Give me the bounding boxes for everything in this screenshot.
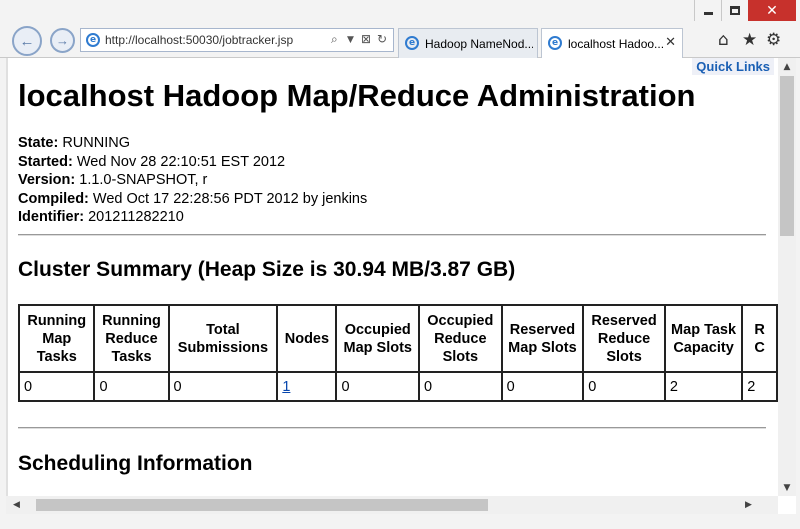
close-window-button[interactable]: ✕ <box>748 0 796 21</box>
info-value: RUNNING <box>62 135 130 151</box>
info-value: Wed Oct 17 22:28:56 PDT 2012 by jenkins <box>92 190 368 207</box>
table-cell: 0 <box>335 371 421 402</box>
minimize-icon <box>703 12 713 15</box>
column-header: Reserved Reduce Slots <box>582 304 666 373</box>
back-arrow-icon: ← <box>19 32 35 50</box>
cluster-summary-heading: Cluster Summary (Heap Size is 30.94 MB/3… <box>18 258 516 281</box>
column-header: Total Submissions <box>167 304 279 373</box>
window-frame-right <box>796 58 800 514</box>
scroll-down-icon[interactable]: ▼ <box>778 479 796 496</box>
table-header-row: Running Map Tasks Running Reduce Tasks T… <box>17 304 778 373</box>
forward-button[interactable]: → <box>50 28 75 53</box>
ie-tab-icon: e <box>405 36 419 50</box>
table-cell: 1 <box>276 371 338 402</box>
info-started: Started: Wed Nov 28 22:10:51 EST 2012 <box>18 153 367 172</box>
table-cell: 0 <box>500 371 585 402</box>
column-header: Running Map Tasks <box>17 304 96 373</box>
column-header: Reserved Map Slots <box>500 304 585 373</box>
minimize-button[interactable] <box>694 0 721 21</box>
table-row: 0 0 0 1 0 0 0 0 2 2 <box>17 371 778 402</box>
address-bar[interactable]: e http://localhost:50030/jobtracker.jsp … <box>80 28 394 52</box>
page-viewport: Quick Links localhost Hadoop Map/Reduce … <box>6 58 778 496</box>
table-cell: 0 <box>167 371 279 402</box>
column-header: Map Task Capacity <box>663 304 744 373</box>
scheduling-information-heading: Scheduling Information <box>18 452 253 475</box>
info-label: Version: <box>18 172 76 188</box>
vertical-scroll-thumb[interactable] <box>780 76 794 236</box>
horizontal-scroll-thumb[interactable] <box>36 499 488 511</box>
maximize-button[interactable] <box>721 0 748 21</box>
window-frame-bottom <box>0 514 800 529</box>
compatibility-view-icon[interactable]: ⊠ <box>361 32 371 46</box>
star-icon[interactable]: ★ <box>742 30 757 50</box>
info-value: Wed Nov 28 22:10:51 EST 2012 <box>76 153 286 170</box>
tab-close-icon[interactable]: ✕ <box>665 35 676 50</box>
jobtracker-info: State: RUNNING Started: Wed Nov 28 22:10… <box>18 134 367 227</box>
column-header: Occupied Map Slots <box>335 304 421 373</box>
divider <box>18 234 766 236</box>
scroll-right-icon[interactable]: ▶ <box>740 496 757 514</box>
info-identifier: Identifier: 201211282210 <box>18 208 367 227</box>
info-version: Version: 1.1.0-SNAPSHOT, r <box>18 171 367 190</box>
vertical-scrollbar[interactable]: ▲ ▼ <box>778 58 796 496</box>
info-value: 201211282210 <box>88 209 184 225</box>
table-cell: 0 <box>418 371 503 402</box>
info-label: State: <box>18 135 59 151</box>
gear-icon[interactable]: ⚙ <box>766 30 781 50</box>
column-header: Running Reduce Tasks <box>93 304 170 373</box>
browser-toolbar: ← → e http://localhost:50030/jobtracker.… <box>0 24 800 58</box>
page-title: localhost Hadoop Map/Reduce Administrati… <box>18 78 696 113</box>
tab-title: Hadoop NameNod... <box>425 37 533 51</box>
quick-links-link[interactable]: Quick Links <box>692 58 774 75</box>
info-value: 1.1.0-SNAPSHOT, r <box>79 172 208 188</box>
horizontal-scrollbar[interactable]: ◀ ▶ <box>6 496 778 514</box>
table-cell: 2 <box>741 371 778 402</box>
dropdown-icon[interactable]: ▼ <box>347 35 354 45</box>
close-icon: ✕ <box>766 2 778 19</box>
forward-arrow-icon: → <box>56 33 69 48</box>
tab-title: localhost Hadoo... <box>568 37 665 51</box>
column-header: Occupied Reduce Slots <box>418 304 503 373</box>
tab-hadoop-namenode[interactable]: e Hadoop NameNod... <box>398 28 538 58</box>
nodes-link[interactable]: 1 <box>282 379 290 395</box>
refresh-icon[interactable]: ↻ <box>377 32 387 46</box>
home-icon[interactable]: ⌂ <box>718 30 729 50</box>
back-button[interactable]: ← <box>12 26 42 56</box>
info-label: Compiled: <box>18 190 89 207</box>
tab-localhost-hadoop[interactable]: e localhost Hadoo... ✕ <box>541 28 683 58</box>
search-icon[interactable]: ⌕ <box>331 32 338 47</box>
url-text[interactable]: http://localhost:50030/jobtracker.jsp <box>105 33 293 47</box>
cluster-summary-table: Running Map Tasks Running Reduce Tasks T… <box>17 304 778 402</box>
column-header: R C <box>741 304 778 373</box>
title-bar: ✕ <box>0 0 800 24</box>
table-cell: 0 <box>93 371 170 402</box>
info-compiled: Compiled: Wed Oct 17 22:28:56 PDT 2012 b… <box>18 190 367 209</box>
ie-tab-icon: e <box>548 36 562 50</box>
divider <box>18 427 766 429</box>
table-cell: 2 <box>663 371 744 402</box>
column-header: Nodes <box>276 304 338 373</box>
info-label: Started: <box>18 153 73 170</box>
ie-page-icon: e <box>86 33 100 47</box>
table-cell: 0 <box>582 371 666 402</box>
info-label: Identifier: <box>18 209 85 225</box>
maximize-icon <box>730 6 740 15</box>
scroll-left-icon[interactable]: ◀ <box>8 496 25 514</box>
scroll-up-icon[interactable]: ▲ <box>778 58 796 75</box>
info-state: State: RUNNING <box>18 134 367 153</box>
table-cell: 0 <box>17 371 96 402</box>
